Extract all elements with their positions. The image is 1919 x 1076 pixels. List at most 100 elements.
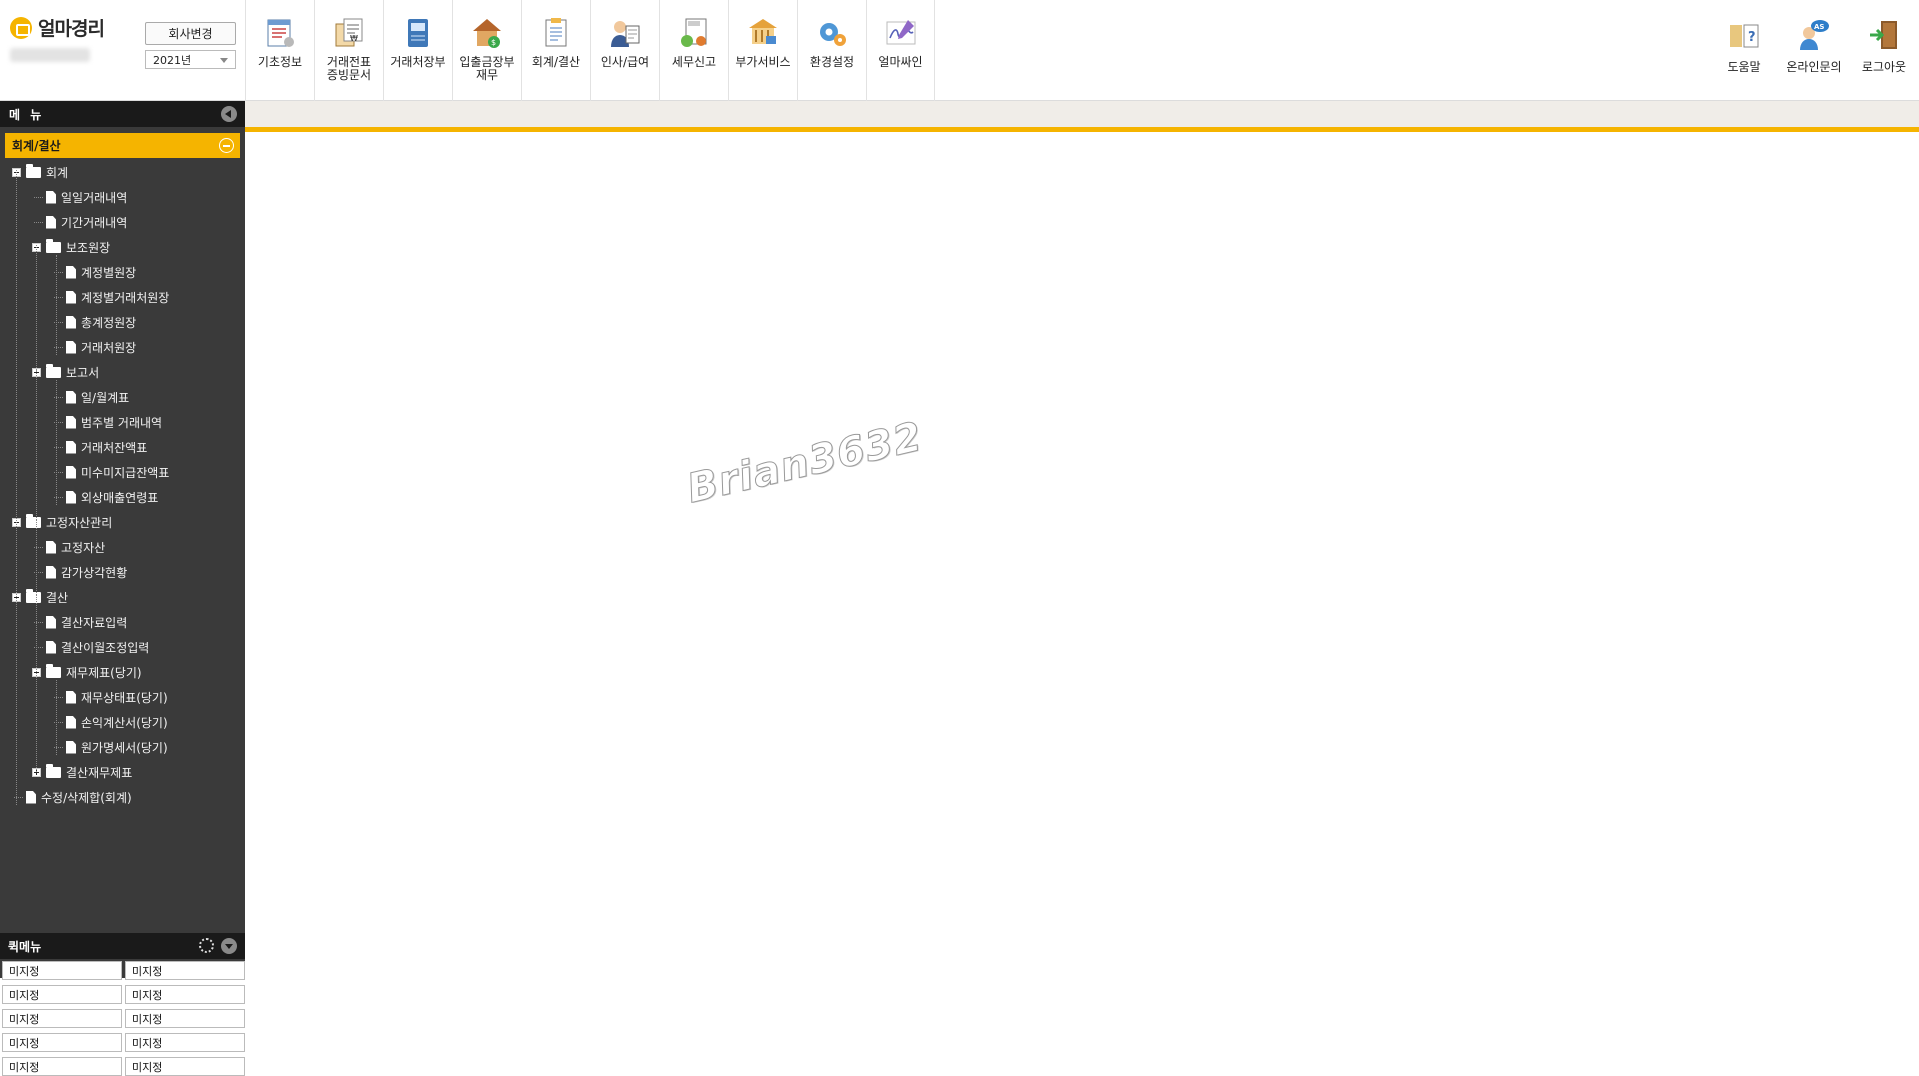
- toolbar-button-additional-service[interactable]: 부가서비스: [728, 0, 797, 101]
- quick-menu-slot[interactable]: 미지정: [125, 1009, 245, 1028]
- tree-item[interactable]: 거래처잔액표: [66, 437, 147, 457]
- company-change-button[interactable]: 회사변경: [145, 22, 236, 45]
- tree-item[interactable]: 계정별원장: [66, 262, 136, 282]
- utility-button-help-book[interactable]: ? 도움말: [1709, 0, 1779, 101]
- toolbar-button-basic-info[interactable]: 기초정보: [245, 0, 314, 101]
- toolbar-button-label: 기초정보: [257, 55, 303, 69]
- tree-item[interactable]: 기간거래내역: [46, 212, 127, 232]
- tree-item[interactable]: 미수미지급잔액표: [66, 462, 169, 482]
- toolbar-button-cashbook-finance[interactable]: $ 입출금장부 재무: [452, 0, 521, 101]
- tree-folder[interactable]: 회계: [12, 162, 68, 182]
- tax-report-icon: [677, 16, 711, 50]
- document-icon: [66, 490, 76, 504]
- tree-node-label: 결산: [46, 590, 69, 605]
- toolbar-button-label: 부가서비스: [735, 55, 791, 69]
- collapse-sidebar-icon[interactable]: [221, 106, 237, 122]
- tree-node-label: 고정자산: [61, 540, 106, 555]
- tree-folder[interactable]: 재무제표(당기): [32, 662, 142, 682]
- tree-folder[interactable]: 결산: [12, 587, 68, 607]
- quick-menu-slot[interactable]: 미지정: [2, 985, 122, 1004]
- tree-item[interactable]: 외상매출연령표: [66, 487, 158, 507]
- year-select-value: 2021년: [153, 53, 192, 67]
- collapse-section-icon[interactable]: [219, 138, 234, 153]
- toolbar-button-label: 환경설정: [809, 55, 855, 69]
- tree-item[interactable]: 총계정원장: [66, 312, 136, 332]
- utility-toolbar: ? 도움말 AS 온라인문의 로그아웃: [1709, 0, 1919, 101]
- toolbar-button-esign[interactable]: 얼마싸인: [866, 0, 935, 101]
- tree-folder[interactable]: 보고서: [32, 362, 99, 382]
- menu-section-accounting[interactable]: 회계/결산: [5, 133, 240, 158]
- toolbar-button-voucher-document[interactable]: ₩ 거래전표 증빙문서: [314, 0, 383, 101]
- app-logo[interactable]: 얼마경리: [10, 14, 105, 41]
- toolbar-button-label: 거래처장부: [390, 55, 446, 69]
- quick-menu-slot[interactable]: 미지정: [125, 985, 245, 1004]
- toolbar-button-label: 입출금장부 재무: [459, 55, 515, 82]
- tree-item[interactable]: 계정별거래처원장: [66, 287, 169, 307]
- tree-item[interactable]: 손익계산서(당기): [66, 712, 168, 732]
- year-select[interactable]: 2021년: [145, 50, 236, 69]
- utility-button-logout-door[interactable]: 로그아웃: [1849, 0, 1919, 101]
- document-icon: [46, 215, 56, 229]
- document-icon: [66, 290, 76, 304]
- tree-item[interactable]: 감가상각현황: [46, 562, 127, 582]
- quick-menu-slot[interactable]: 미지정: [125, 961, 245, 980]
- tree-guide-line: [56, 380, 57, 505]
- document-icon: [26, 790, 36, 804]
- tree-item[interactable]: 재무상태표(당기): [66, 687, 168, 707]
- tree-node-label: 거래처원장: [81, 340, 137, 355]
- quick-menu-slot[interactable]: 미지정: [125, 1057, 245, 1076]
- tree-folder[interactable]: 결산재무제표: [32, 762, 132, 782]
- chevron-down-icon[interactable]: [221, 938, 237, 954]
- tree-node-label: 재무제표(당기): [66, 665, 142, 680]
- tree-item[interactable]: 결산이월조정입력: [46, 637, 149, 657]
- utility-button-label: 온라인문의: [1786, 60, 1842, 74]
- tree-guide-line: [36, 245, 37, 370]
- quick-menu-slot[interactable]: 미지정: [2, 961, 122, 980]
- utility-button-online-inquiry[interactable]: AS 온라인문의: [1779, 0, 1849, 101]
- tree-item[interactable]: 고정자산: [46, 537, 105, 557]
- tree-node-label: 회계: [46, 165, 69, 180]
- tree-folder[interactable]: 보조원장: [32, 237, 110, 257]
- tree-item[interactable]: 수정/삭제합(회계): [26, 787, 132, 807]
- tree-node-label: 일/월계표: [81, 390, 130, 405]
- folder-icon: [46, 763, 61, 778]
- toolbar-button-accounting-closing[interactable]: 회계/결산: [521, 0, 590, 101]
- tree-guide-line: [56, 255, 57, 355]
- toolbar-button-label: 거래전표 증빙문서: [326, 55, 372, 82]
- folder-icon: [46, 363, 61, 378]
- toolbar-button-tax-report[interactable]: 세무신고: [659, 0, 728, 101]
- gear-icon[interactable]: [199, 938, 214, 953]
- voucher-document-icon: ₩: [332, 16, 366, 50]
- tree-item[interactable]: 범주별 거래내역: [66, 412, 162, 432]
- document-icon: [66, 740, 76, 754]
- tree-item[interactable]: 일일거래내역: [46, 187, 127, 207]
- document-icon: [66, 690, 76, 704]
- accounting-closing-icon: [539, 16, 573, 50]
- quick-menu-slot[interactable]: 미지정: [2, 1009, 122, 1028]
- tree-folder[interactable]: 고정자산관리: [12, 512, 112, 532]
- quick-menu-slot[interactable]: 미지정: [125, 1033, 245, 1052]
- folder-icon: [26, 588, 41, 603]
- svg-text:₩: ₩: [350, 34, 358, 43]
- utility-button-label: 도움말: [1727, 60, 1761, 74]
- quick-menu-slot[interactable]: 미지정: [2, 1033, 122, 1052]
- tree-item[interactable]: 거래처원장: [66, 337, 136, 357]
- document-icon: [46, 190, 56, 204]
- company-name-redacted: [10, 48, 90, 62]
- tree-item[interactable]: 일/월계표: [66, 387, 129, 407]
- quick-menu-slot[interactable]: 미지정: [2, 1057, 122, 1076]
- toolbar-button-settings[interactable]: 환경설정: [797, 0, 866, 101]
- tree-node-label: 보조원장: [66, 240, 111, 255]
- tree-node-label: 손익계산서(당기): [81, 715, 168, 730]
- tree-item[interactable]: 원가명세서(당기): [66, 737, 168, 757]
- folder-icon: [26, 513, 41, 528]
- logo-icon: [10, 16, 32, 39]
- tree-guide-line: [36, 520, 37, 595]
- tree-connector: [34, 197, 43, 198]
- toolbar-button-client-ledger[interactable]: 거래처장부: [383, 0, 452, 101]
- document-icon: [66, 415, 76, 429]
- tree-item[interactable]: 결산자료입력: [46, 612, 127, 632]
- toolbar-button-hr-payroll[interactable]: 인사/급여: [590, 0, 659, 101]
- toolbar-button-label: 세무신고: [671, 55, 717, 69]
- menu-header: 메 뉴: [0, 101, 245, 127]
